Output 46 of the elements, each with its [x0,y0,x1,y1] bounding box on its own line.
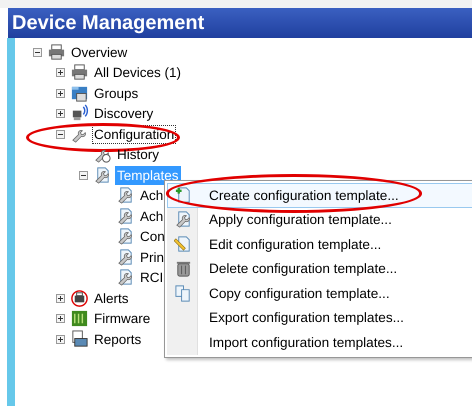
wrench-document-icon [116,248,135,267]
collapse-toggle[interactable] [56,130,65,139]
tree-item[interactable]: Alerts [92,288,131,308]
collapse-toggle[interactable] [79,170,88,180]
tree-item[interactable]: Ach [138,206,166,226]
menu-item[interactable]: Copy configuration template... [167,281,472,306]
wrench-document-icon [116,268,135,288]
tree-item[interactable]: All Devices (1) [92,63,184,82]
report-printer-icon [70,330,89,349]
tree-item[interactable]: Groups [92,84,140,103]
copy-icon [174,284,192,303]
wrench-document-icon [116,206,135,226]
wrench-document-icon [116,227,135,246]
expand-toggle[interactable] [56,294,65,303]
menu-item[interactable]: Apply configuration template... [167,208,472,232]
tree-item[interactable]: Prin [138,248,166,267]
menu-item[interactable]: Delete configuration template... [167,256,472,281]
wrench-document-icon [174,210,192,230]
tree-item[interactable]: RCI [138,268,166,288]
wrench-document-icon [116,186,135,206]
collapse-toggle[interactable] [33,48,42,57]
tree-item[interactable]: Discovery [92,104,156,124]
expand-toggle[interactable] [56,68,65,78]
expand-toggle[interactable] [56,109,65,118]
circuit-board-icon [70,309,89,328]
panel-title: Device Management [8,8,472,38]
tree-item[interactable]: Firmware [92,309,152,328]
menu-item[interactable]: Export configuration templates... [167,306,472,330]
tree-item[interactable]: Ach [138,186,166,206]
tree-item[interactable]: Reports [92,330,144,349]
expand-toggle[interactable] [56,314,65,324]
pencil-document-icon [174,234,192,254]
printer-icon [47,42,66,62]
tree-item[interactable]: Con [138,227,167,246]
wrench-document-icon [93,166,112,185]
alarm-printer-icon [70,288,89,308]
menu-item[interactable]: Import configuration templates... [167,330,472,354]
menu-item[interactable]: Edit configuration template... [167,232,472,256]
expand-toggle[interactable] [56,334,65,344]
add-document-icon [174,186,192,205]
tree-item[interactable]: Overview [69,42,130,62]
menu-item[interactable]: Create configuration template... [167,183,472,208]
tree-item[interactable]: Configuration [92,124,176,144]
expand-toggle[interactable] [56,88,65,98]
printer-icon [70,63,89,82]
tree-item[interactable]: History [115,145,162,164]
